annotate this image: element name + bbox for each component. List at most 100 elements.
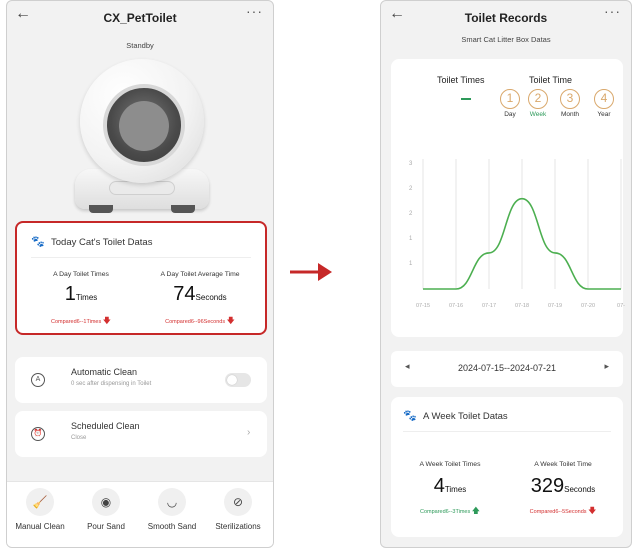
week-times-unit: Times [444,485,467,494]
next-week-icon[interactable]: ▸ [604,361,609,372]
tab-underline [461,98,471,100]
manual-clean-button[interactable]: 🧹 Manual Clean [7,488,73,531]
day-times-number: 1 [64,283,76,305]
week-data-card: 🐾 A Week Toilet Datas A Week Toilet Time… [391,397,623,537]
more-icon[interactable]: ··· [246,3,263,19]
range-year[interactable]: 4 Year [593,89,615,118]
automatic-clean-subtitle: 0 sec after dispensing in Toilet [71,381,152,387]
toilet-records-screen: ← Toilet Records ··· Smart Cat Litter Bo… [380,0,632,548]
range-day[interactable]: 1 Day [499,89,521,118]
broom-icon: 🧹 [26,488,54,516]
device-inner [119,101,169,151]
cat-icon: 🐾 [403,410,417,422]
date-range-text: 2024-07-15--2024-07-21 [457,363,557,373]
day-avg-label: A Day Toilet Average Time [160,271,240,278]
week-times-value: 4Times [397,475,503,498]
day-times-unit: Times [75,293,98,302]
device-status: Standby [126,41,154,50]
cat-icon: 🐾 [31,236,45,248]
day-times-label: A Day Toilet Times [53,271,109,278]
sterilizations-label: Sterilizations [215,522,261,531]
date-range-nav: ◂ 2024-07-15--2024-07-21 ▸ [391,351,623,387]
automatic-clean-toggle[interactable] [225,373,251,387]
more-icon[interactable]: ··· [604,3,621,19]
day-times-compare: Compared6--1Times 🡇 [27,315,135,329]
divider [403,431,611,432]
page-subtitle: Smart Cat Litter Box Datas [461,35,551,44]
pet-toilet-screen: ← CX_PetToilet ··· Standby 🐾 Today Cat's… [6,0,274,548]
tab-toilet-time[interactable]: Toilet Time [529,75,572,85]
week-time-label: A Week Toilet Time [534,461,592,468]
today-card-title: Today Cat's Toilet Datas [51,237,153,248]
device-panel [109,181,175,195]
day-times-value: 1Times [27,283,135,306]
y-tick-label: 1 [409,261,413,267]
x-tick-label: 07-17 [482,303,496,309]
pour-sand-icon: ◉ [92,488,120,516]
down-arrow-icon: 🡇 [102,316,111,325]
divider [31,257,251,258]
header: ← Toilet Records ··· [381,1,631,35]
page-title: CX_PetToilet [103,11,177,25]
header: ← CX_PetToilet ··· [7,1,273,35]
week-time-value: 329Seconds [509,475,617,498]
day-avg-number: 74 [173,283,196,305]
chevron-right-icon: › [247,427,251,438]
week-times-number: 4 [433,475,445,497]
range-day-label: Day [504,111,516,118]
smooth-sand-label: Smooth Sand [147,522,197,531]
pour-sand-button[interactable]: ◉ Pour Sand [73,488,139,531]
y-tick-label: 2 [409,186,413,192]
bottom-action-bar: 🧹 Manual Clean ◉ Pour Sand ◡ Smooth Sand… [7,481,273,547]
day-avg-value: 74Seconds [141,283,259,306]
smooth-sand-icon: ◡ [158,488,186,516]
range-month[interactable]: 3 Month [559,89,581,118]
down-arrow-icon: 🡇 [226,316,235,325]
range-week-number: 2 [528,89,548,109]
manual-clean-label: Manual Clean [15,522,65,531]
week-times-label: A Week Toilet Times [419,461,481,468]
smooth-sand-button[interactable]: ◡ Smooth Sand [139,488,205,531]
week-time-compare: Compared6--5Seconds 🡇 [509,505,617,519]
page-title: Toilet Records [464,11,548,25]
x-tick-label: 07-20 [581,303,595,309]
y-tick-label: 1 [409,236,413,242]
x-tick-label: 07-16 [449,303,463,309]
range-month-number: 3 [560,89,580,109]
scheduled-clean-subtitle: Close [71,435,87,441]
range-year-label: Year [597,111,611,118]
up-arrow-icon: 🡅 [471,506,480,515]
day-avg-compare: Compared6--96Seconds 🡇 [141,315,259,329]
x-tick-label: 07-15 [416,303,430,309]
day-times-compare-text: Compared6--1Times [51,319,102,325]
sterilization-icon: ⊘ [224,488,252,516]
y-tick-label: 2 [409,211,413,217]
day-avg-unit: Seconds [195,293,227,302]
range-month-label: Month [560,111,580,118]
scheduled-clean-row[interactable]: ⏰ Scheduled Clean Close › [15,411,267,457]
tab-toilet-times[interactable]: Toilet Times [437,75,485,85]
range-week[interactable]: 2 Week [527,89,549,118]
device-foot [89,205,113,213]
sterilizations-button[interactable]: ⊘ Sterilizations [205,488,271,531]
week-card-title: A Week Toilet Datas [423,411,508,422]
automatic-clean-title: Automatic Clean [71,367,138,377]
automatic-clean-row[interactable]: A Automatic Clean 0 sec after dispensing… [15,357,267,403]
week-times-compare-text: Compared6--3Times [420,509,471,515]
device-foot [171,205,195,213]
alarm-clock-icon: ⏰ [31,427,45,441]
scheduled-clean-title: Scheduled Clean [71,421,140,431]
flow-arrow-icon [290,263,332,281]
today-data-card[interactable]: 🐾 Today Cat's Toilet Datas A Day Toilet … [15,221,267,335]
litter-box-image [75,59,209,215]
week-time-compare-text: Compared6--5Seconds [529,509,587,515]
y-tick-label: 3 [409,161,413,167]
toilet-chart: 1 1 2 2 3 07-15 07-16 07-17 07-18 07-19 07-20 07- [409,159,625,309]
down-arrow-icon: 🡇 [588,506,597,515]
toggle-knob [227,375,237,385]
auto-clean-icon: A [31,373,45,387]
x-tick-label: 07-18 [515,303,529,309]
x-tick-label: 07- [617,303,625,309]
x-tick-label: 07-19 [548,303,562,309]
week-times-compare: Compared6--3Times 🡅 [397,505,503,519]
